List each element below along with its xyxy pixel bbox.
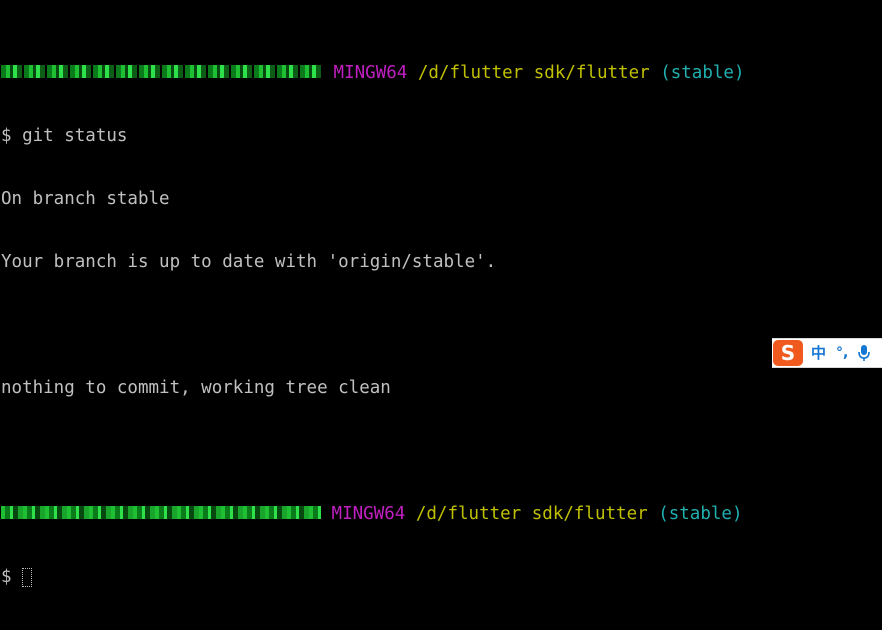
ime-toolbar[interactable]: S 中 °,	[772, 338, 882, 368]
terminal-output: MINGW64 /d/flutter sdk/flutter (stable) …	[1, 21, 745, 630]
output-line: On branch stable	[1, 189, 170, 209]
prompt-system: MINGW64	[331, 504, 406, 524]
text-cursor	[22, 568, 33, 587]
output-line: nothing to commit, working tree clean	[1, 378, 391, 398]
ime-language-toggle[interactable]: 中	[811, 339, 826, 367]
input-line[interactable]: $	[1, 567, 745, 588]
ime-punctuation-toggle[interactable]: °,	[836, 339, 848, 367]
command-line: $ git status	[1, 126, 128, 146]
input-prompt: $	[1, 567, 23, 587]
prompt-path: /d/flutter sdk/flutter	[415, 504, 648, 524]
prompt-branch: (stable)	[658, 504, 743, 524]
prompt-system: MINGW64	[333, 63, 408, 83]
output-line: Your branch is up to date with 'origin/s…	[1, 252, 497, 272]
redacted-user-host	[1, 506, 321, 519]
microphone-icon[interactable]	[858, 344, 871, 362]
prompt-line: MINGW64 /d/flutter sdk/flutter (stable)	[1, 504, 745, 525]
prompt-branch: (stable)	[660, 63, 745, 83]
sogou-logo-icon[interactable]: S	[773, 340, 803, 366]
prompt-path: /d/flutter sdk/flutter	[417, 63, 650, 83]
terminal-window[interactable]: MINGW64 /d/flutter sdk/flutter (stable) …	[0, 0, 882, 587]
redacted-user-host	[1, 65, 323, 78]
prompt-line: MINGW64 /d/flutter sdk/flutter (stable)	[1, 63, 745, 84]
